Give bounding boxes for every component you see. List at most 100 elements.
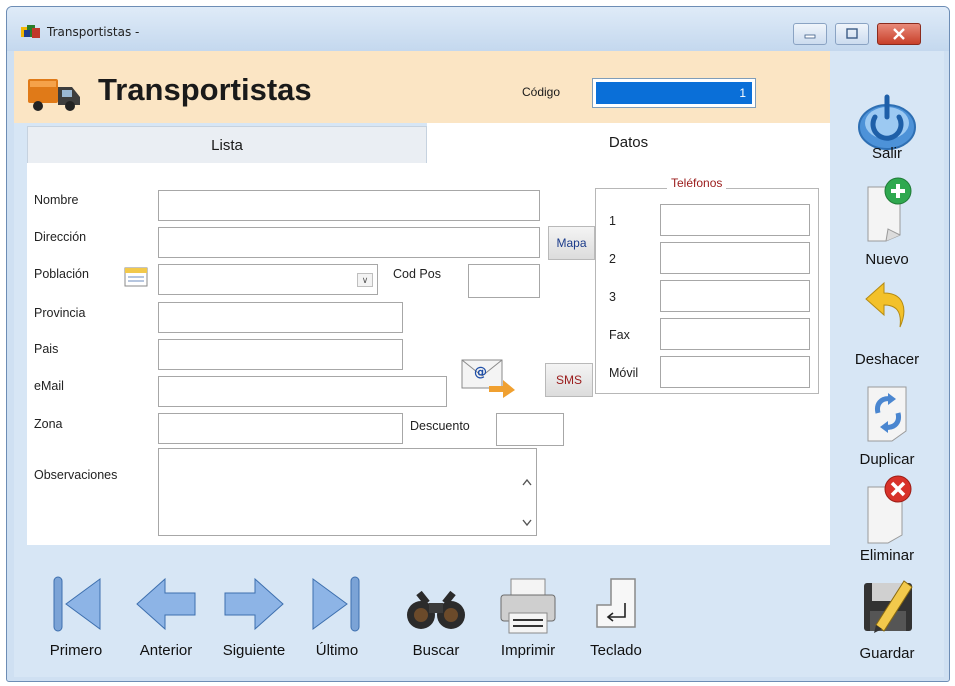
- minimize-button[interactable]: [793, 23, 827, 45]
- provincia-label: Provincia: [34, 306, 86, 320]
- telefono-3-input[interactable]: [660, 280, 810, 312]
- minimize-icon: [804, 34, 816, 39]
- title-bar[interactable]: Transportistas -: [7, 7, 949, 51]
- deshacer-button[interactable]: Deshacer: [830, 277, 944, 369]
- calendar-list-icon[interactable]: [124, 266, 148, 288]
- new-document-icon: [867, 177, 912, 242]
- undo-icon: [865, 281, 905, 328]
- page-title: Transportistas: [98, 72, 312, 107]
- pais-input[interactable]: [158, 339, 403, 370]
- zona-label: Zona: [34, 417, 63, 431]
- deshacer-label: Deshacer: [854, 351, 920, 368]
- ultimo-label: Último: [315, 642, 359, 659]
- first-record-icon: [53, 576, 101, 632]
- tab-lista[interactable]: Lista: [27, 126, 427, 163]
- email-label: eMail: [34, 379, 64, 393]
- datos-panel: Nombre Dirección Mapa Población ∨ Cod Po…: [27, 163, 830, 545]
- duplicar-label: Duplicar: [859, 451, 915, 468]
- nuevo-button[interactable]: Nuevo: [830, 175, 944, 268]
- codigo-value: 1: [596, 82, 752, 104]
- observaciones-label: Observaciones: [34, 468, 118, 482]
- telefono-3-label: 3: [609, 290, 616, 304]
- salir-button[interactable]: Salir: [830, 81, 944, 169]
- imprimir-label: Imprimir: [500, 642, 556, 659]
- telefono-1-label: 1: [609, 214, 616, 228]
- siguiente-button[interactable]: Siguiente: [212, 565, 296, 665]
- pais-label: Pais: [34, 342, 59, 356]
- telefonos-legend: Teléfonos: [667, 176, 727, 190]
- cod-pos-label: Cod Pos: [393, 267, 441, 281]
- chevron-down-icon[interactable]: [522, 519, 532, 527]
- codigo-field[interactable]: 1: [592, 78, 756, 108]
- descuento-input[interactable]: [496, 413, 564, 446]
- poblacion-label: Población: [34, 267, 89, 281]
- fax-label: Fax: [609, 328, 630, 342]
- eliminar-button[interactable]: Eliminar: [830, 471, 944, 571]
- enter-key-icon: [596, 578, 636, 628]
- power-icon: [858, 94, 916, 150]
- chevron-up-icon[interactable]: [522, 478, 532, 486]
- buscar-label: Buscar: [412, 642, 460, 659]
- close-icon: [893, 28, 905, 40]
- provincia-input[interactable]: [158, 302, 403, 333]
- guardar-label: Guardar: [859, 645, 915, 662]
- ultimo-button[interactable]: Último: [304, 565, 370, 665]
- guardar-button[interactable]: Guardar: [830, 571, 944, 671]
- primero-button[interactable]: Primero: [36, 565, 116, 665]
- app-window: Transportistas - Transportistas Código 1: [6, 6, 950, 682]
- header-banner: Transportistas Código 1: [14, 51, 830, 123]
- observaciones-textarea[interactable]: [158, 448, 537, 536]
- close-button[interactable]: [877, 23, 921, 45]
- duplicate-icon: [867, 386, 907, 442]
- siguiente-label: Siguiente: [222, 642, 286, 659]
- client-area: Transportistas Código 1 Lista Datos Nomb…: [14, 51, 944, 677]
- navigation-bar: Primero Anterior Siguiente Último Buscar…: [14, 545, 830, 677]
- email-input[interactable]: [158, 376, 447, 407]
- window-title: Transportistas -: [47, 25, 140, 39]
- maximize-button[interactable]: [835, 23, 869, 45]
- nombre-input[interactable]: [158, 190, 540, 221]
- binoculars-icon: [407, 590, 465, 629]
- action-sidebar: Salir Nuevo Deshacer Duplicar Eliminar G…: [830, 51, 944, 677]
- email-send-button[interactable]: @: [459, 356, 517, 398]
- poblacion-select[interactable]: ∨: [158, 264, 378, 295]
- anterior-button[interactable]: Anterior: [126, 565, 206, 665]
- direccion-label: Dirección: [34, 230, 87, 244]
- codigo-label: Código: [522, 85, 561, 99]
- anterior-label: Anterior: [139, 642, 193, 659]
- direccion-input[interactable]: [158, 227, 540, 258]
- chevron-down-icon[interactable]: ∨: [357, 273, 373, 287]
- restore-icon: [846, 28, 858, 39]
- tab-strip: Lista Datos: [27, 123, 830, 163]
- descuento-label: Descuento: [410, 419, 470, 433]
- salir-label: Salir: [871, 145, 902, 162]
- cod-pos-input[interactable]: [468, 264, 540, 298]
- imprimir-button[interactable]: Imprimir: [484, 565, 572, 665]
- delete-document-icon: [867, 475, 912, 544]
- eliminar-label: Eliminar: [859, 547, 915, 564]
- mapa-button[interactable]: Mapa: [548, 226, 595, 260]
- movil-input[interactable]: [660, 356, 810, 388]
- nombre-label: Nombre: [34, 193, 79, 207]
- telefono-2-input[interactable]: [660, 242, 810, 274]
- telefono-1-input[interactable]: [660, 204, 810, 236]
- telefono-2-label: 2: [609, 252, 616, 266]
- scrollbar[interactable]: [517, 449, 536, 535]
- teclado-button[interactable]: Teclado: [580, 565, 652, 665]
- primero-label: Primero: [49, 642, 103, 659]
- tab-datos[interactable]: Datos: [427, 123, 830, 163]
- buscar-button[interactable]: Buscar: [396, 565, 476, 665]
- arrow-right-icon: [224, 577, 284, 631]
- movil-label: Móvil: [609, 366, 639, 380]
- fax-input[interactable]: [660, 318, 810, 350]
- teclado-label: Teclado: [590, 642, 642, 659]
- arrow-left-icon: [136, 577, 196, 631]
- app-icon: [21, 25, 40, 38]
- printer-icon: [500, 578, 556, 634]
- truck-icon: [28, 79, 80, 111]
- save-disk-icon: [864, 580, 913, 633]
- duplicar-button[interactable]: Duplicar: [830, 381, 944, 473]
- nuevo-label: Nuevo: [865, 251, 909, 268]
- zona-input[interactable]: [158, 413, 403, 444]
- sms-button[interactable]: SMS: [545, 363, 593, 397]
